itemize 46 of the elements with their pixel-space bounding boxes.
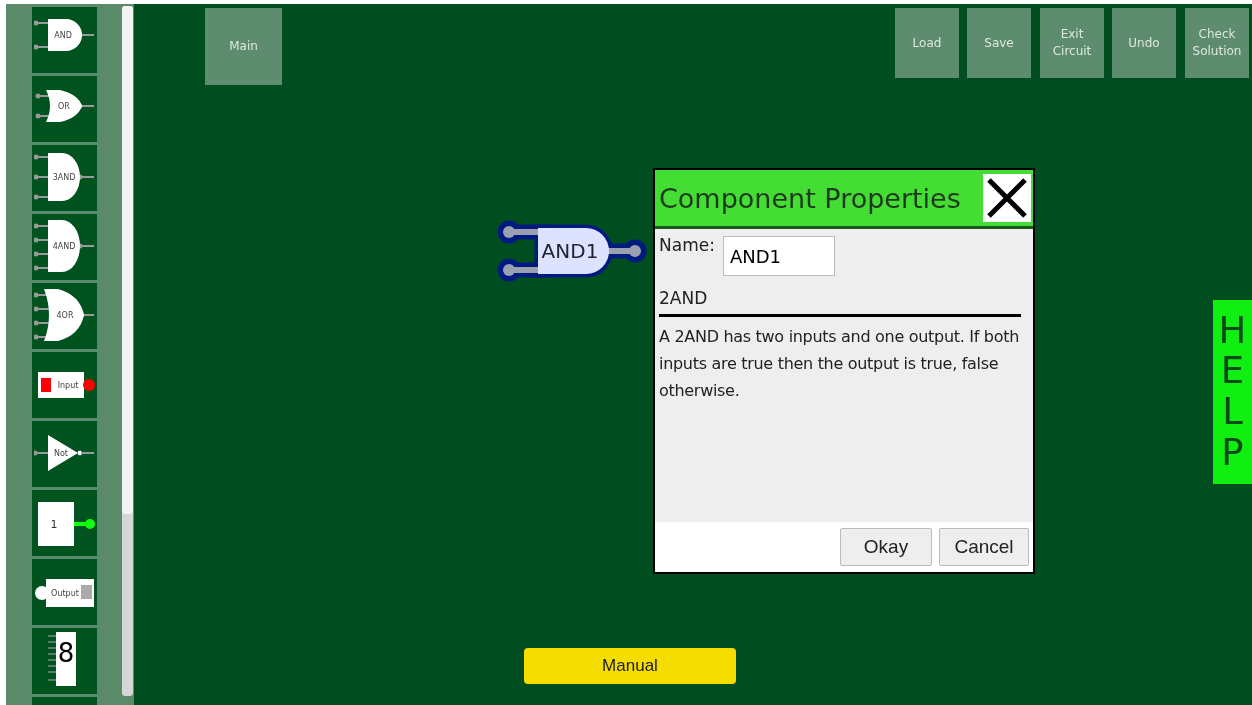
palette-tile[interactable]: Output [32,559,97,625]
component-label: 1 [50,518,57,531]
component-label: Output [50,589,79,598]
dialog-title: Component Properties [659,182,961,214]
component-label: Not [53,449,68,458]
output-lamp-icon[interactable] [34,579,94,607]
palette-tile[interactable]: OR [32,76,97,142]
okay-button[interactable]: Okay [840,528,932,566]
close-icon [985,176,1029,220]
and-gate[interactable] [497,220,647,282]
component-type: 2AND [659,288,1021,317]
close-button[interactable] [983,174,1031,222]
palette-tile[interactable]: 4OR [32,283,97,349]
seven-segment-display-icon[interactable] [47,632,76,686]
input-switch-icon[interactable] [37,372,95,398]
component-label: 3AND [52,173,75,182]
and-gate-icon[interactable] [33,19,95,51]
help-label: HELP [1217,310,1248,474]
palette-tile[interactable]: Not [32,421,97,487]
palette-tile[interactable]: 1 [32,490,97,556]
scrollbar[interactable] [121,6,133,696]
manual-button[interactable]: Manual [524,648,736,684]
three-input-and-gate-icon[interactable] [33,153,95,201]
component-description: A 2AND has two inputs and one output. If both inputs are true then the output is true, false otherwise. [659,326,1020,402]
constant-source-icon[interactable] [37,502,95,546]
component-label: 8 [57,638,74,668]
scrollbar-thumb[interactable] [121,6,133,514]
or-gate-icon[interactable] [35,90,95,122]
gate-label: AND1 [541,239,599,263]
palette-tile[interactable]: AND [32,7,97,73]
name-label: Name: [659,235,715,255]
four-input-and-gate-icon[interactable] [33,220,95,272]
component-label: Input [57,381,78,390]
component-label: 4AND [52,242,75,251]
help-tab[interactable]: HELP [1213,300,1252,484]
cancel-button[interactable]: Cancel [939,528,1029,566]
palette-tile[interactable]: Input [32,352,97,418]
component-label: 4OR [56,311,73,320]
not-gate-icon[interactable] [33,435,95,471]
palette-tile[interactable]: 4AND [32,214,97,280]
palette-tile[interactable]: 3AND [32,145,97,211]
palette-tile[interactable]: 8 [32,628,97,694]
component-label: OR [57,102,70,111]
component-label: AND [53,31,72,40]
four-input-or-gate-icon[interactable] [33,289,95,341]
name-field[interactable]: AND1 [722,236,835,276]
